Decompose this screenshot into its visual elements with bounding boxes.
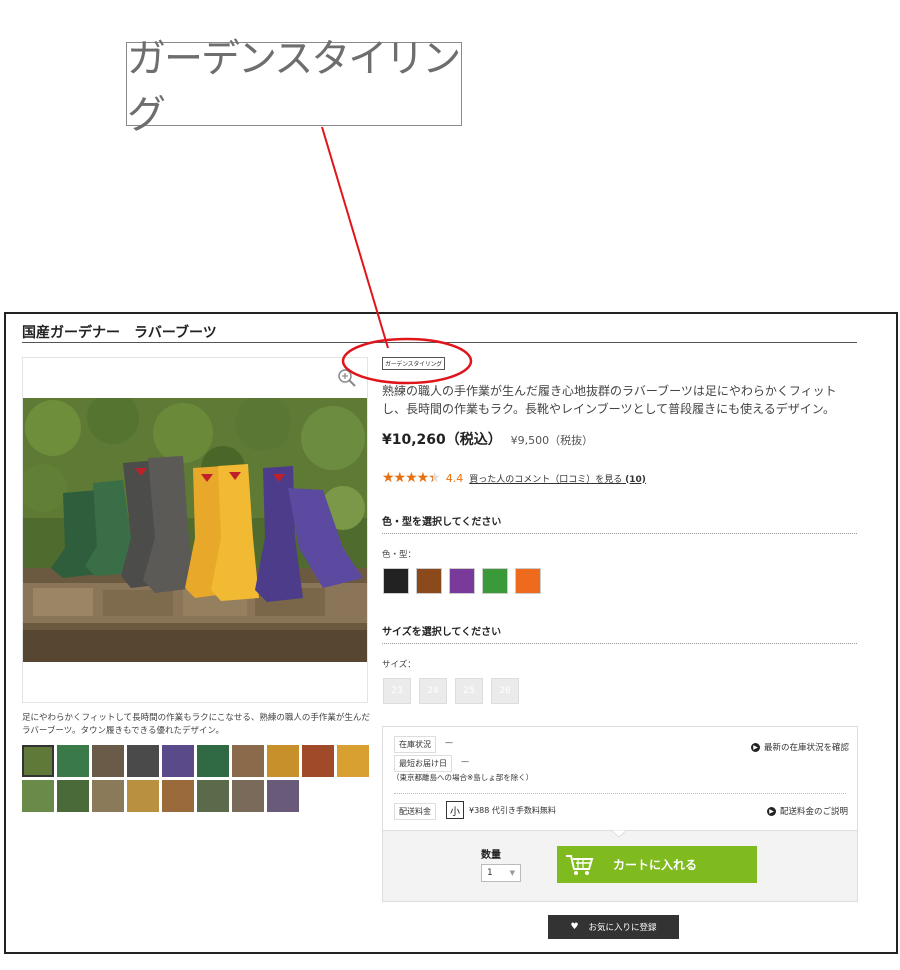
size-option[interactable]: 26	[491, 678, 519, 704]
brand-logo[interactable]: ガーデンスタイリング	[382, 357, 445, 370]
thumbnail[interactable]	[337, 745, 369, 777]
size-section-title: サイズを選択してください	[382, 627, 502, 638]
thumbnail[interactable]	[92, 780, 124, 812]
size-label: サイズ：	[382, 660, 416, 670]
stock-info: 在庫状況 — ▶ 最新の在庫状況を確認 最短お届け日 — （東京都離島への場合※…	[383, 727, 857, 831]
color-swatch[interactable]	[515, 568, 541, 594]
color-swatch[interactable]	[482, 568, 508, 594]
color-swatch[interactable]	[416, 568, 442, 594]
stock-status-label: 在庫状況	[394, 736, 436, 753]
thumbnail[interactable]	[232, 745, 264, 777]
chevron-down-icon: ▼	[509, 869, 515, 877]
price-excl-tax: ¥9,500（税抜）	[510, 434, 594, 447]
divider	[394, 793, 846, 794]
thumbnail[interactable]	[197, 745, 229, 777]
thumbnail[interactable]	[127, 745, 159, 777]
shipping-value: ¥388 代引き手数料無料	[469, 806, 556, 815]
rating-stars: ★★★★★ ★★★★★	[382, 470, 441, 486]
rating-row: ★★★★★ ★★★★★ 4.4 買った人のコメント（口コミ）を見る (10)	[382, 470, 646, 486]
thumbnail[interactable]	[162, 780, 194, 812]
color-swatch[interactable]	[383, 568, 409, 594]
size-option[interactable]: 23	[383, 678, 411, 704]
title-divider	[22, 342, 857, 343]
zoom-icon[interactable]	[337, 368, 357, 388]
page-title: 国産ガーデナー ラバーブーツ	[22, 325, 217, 341]
thumbnail[interactable]	[162, 745, 194, 777]
thumbnail[interactable]	[22, 780, 54, 812]
thumbnail[interactable]	[302, 745, 334, 777]
price-incl-tax: ¥10,260（税込）	[382, 432, 502, 448]
stock-status-value: —	[445, 738, 453, 747]
thumbnail[interactable]	[232, 780, 264, 812]
shipping-info-link[interactable]: ▶ 配送料金のご説明	[767, 805, 848, 817]
add-to-favorites-button[interactable]: ♥ お気に入りに登録	[548, 915, 679, 939]
thumbnail[interactable]	[267, 745, 299, 777]
add-to-cart-label: カートに入れる	[613, 858, 698, 872]
caret-down-icon	[611, 830, 627, 838]
variant-section-title: 色・型を選択してください	[382, 517, 502, 528]
heart-icon: ♥	[570, 922, 579, 932]
color-swatch[interactable]	[449, 568, 475, 594]
thumbnail[interactable]	[127, 780, 159, 812]
arrow-right-icon: ▶	[767, 806, 776, 816]
thumbnail[interactable]	[57, 745, 89, 777]
delivery-value: —	[461, 757, 469, 766]
thumbnail[interactable]	[22, 745, 54, 777]
brand-logo-callout-text: ガーデンスタイリング	[127, 38, 461, 137]
image-caption: 足にやわらかくフィットして長時間の作業もラクにこなせる、熟練の職人の手作業が生ん…	[22, 713, 370, 736]
quantity-select[interactable]: 1 ▼	[481, 864, 521, 882]
divider	[382, 643, 857, 644]
thumbnail[interactable]	[197, 780, 229, 812]
delivery-note: （東京都離島への場合※島しょ部を除く）	[392, 773, 534, 782]
latest-stock-link[interactable]: ▶ 最新の在庫状況を確認	[751, 741, 849, 753]
variant-label: 色・型：	[382, 550, 417, 560]
shipping-size-badge: 小	[446, 801, 464, 819]
size-option[interactable]: 25	[455, 678, 483, 704]
product-description: 熟練の職人の手作業が生んだ履き心地抜群のラバーブーツは足にやわらかくフィットし、…	[382, 384, 837, 416]
divider	[382, 533, 857, 534]
reviews-link[interactable]: 買った人のコメント（口コミ）を見る (10)	[469, 472, 646, 485]
quantity-label: 数量	[481, 850, 501, 861]
thumbnail[interactable]	[92, 745, 124, 777]
add-to-favorites-label: お気に入りに登録	[588, 923, 657, 933]
boots-photo	[23, 398, 367, 662]
cart-icon	[566, 854, 594, 875]
thumbnail[interactable]	[267, 780, 299, 812]
shipping-label: 配送料金	[394, 803, 436, 820]
size-option[interactable]: 24	[419, 678, 447, 704]
thumbnail[interactable]	[57, 780, 89, 812]
arrow-right-icon: ▶	[751, 742, 760, 752]
price: ¥10,260（税込） ¥9,500（税抜）	[382, 429, 593, 449]
rating-value: 4.4	[445, 471, 464, 485]
brand-logo-callout: ガーデンスタイリング	[126, 38, 462, 137]
product-main-image[interactable]	[22, 357, 368, 703]
delivery-label: 最短お届け日	[394, 755, 452, 772]
add-to-cart-button[interactable]: カートに入れる	[557, 846, 757, 883]
